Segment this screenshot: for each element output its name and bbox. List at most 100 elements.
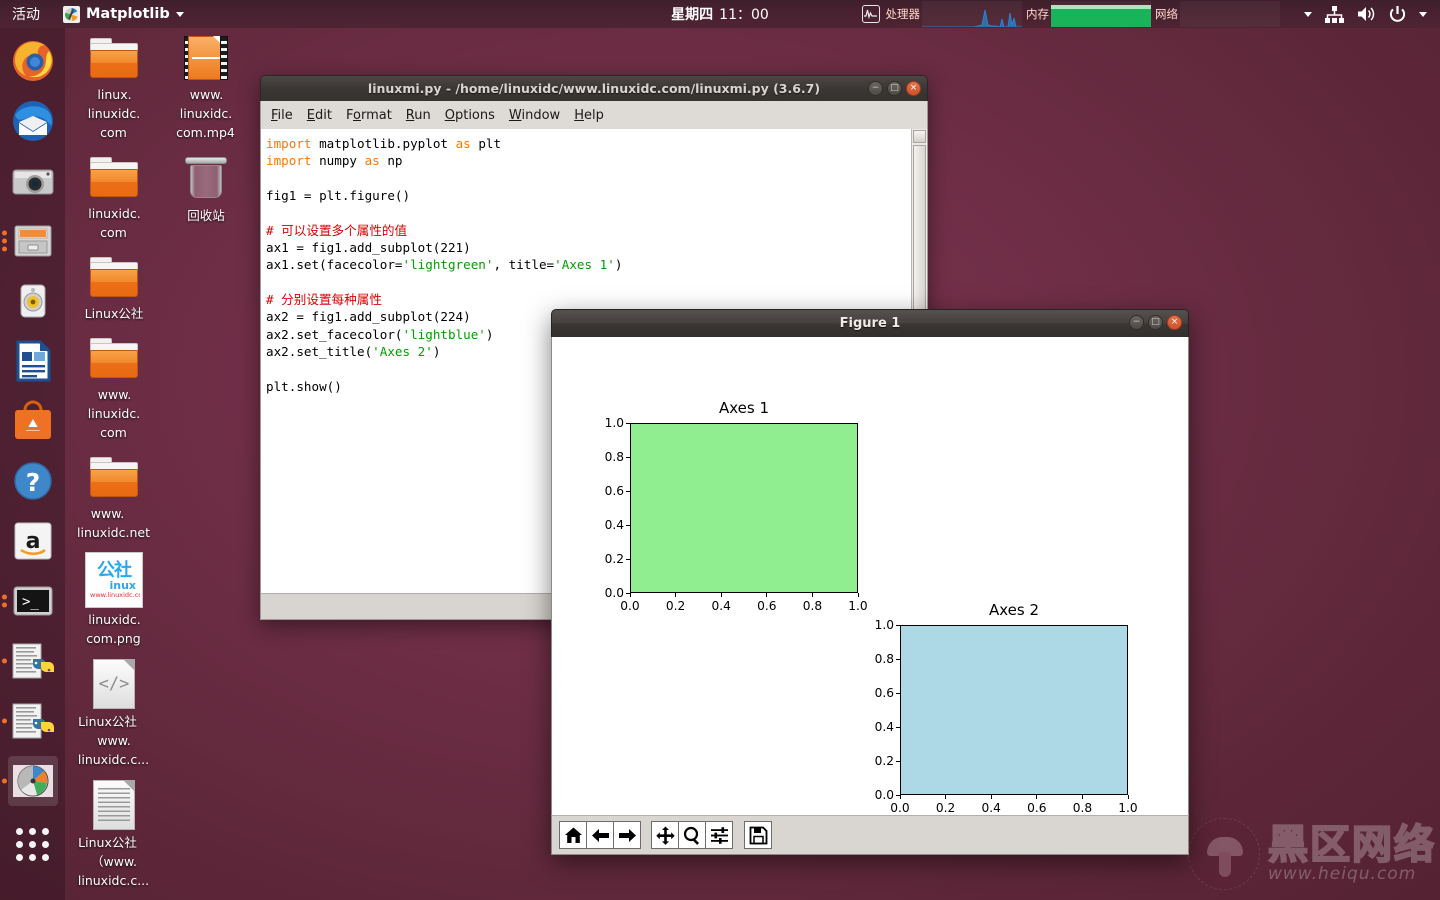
desktop-icon-folder-4[interactable]: www. linuxidc. com (68, 332, 160, 441)
app-menu-button[interactable]: Matplotlib (54, 0, 193, 28)
launcher-item-terminal[interactable]: >_ (1, 576, 58, 626)
menu-help[interactable]: Help (574, 108, 604, 123)
sliders-icon (710, 826, 728, 844)
desktop-icon-folder-1[interactable]: linux. linuxidc. com (68, 32, 160, 141)
code-line: ax1.set(facecolor='lightgreen', title='A… (266, 256, 911, 273)
clock-day: 星期四 (671, 7, 714, 23)
chart-plot-area[interactable] (900, 625, 1128, 795)
idle-editor-icon (12, 643, 54, 679)
x-tick-mark (945, 795, 947, 799)
menu-format[interactable]: Format (346, 108, 392, 123)
desktop-icon-code[interactable]: </> Linux公社 www. linuxidc.c... (68, 657, 160, 768)
code-token: plt (470, 136, 502, 151)
launcher-item-help[interactable]: ? (8, 456, 58, 506)
code-token: ) (485, 326, 494, 342)
figure-canvas[interactable]: Axes 1 0.0 0.2 0.4 0.6 0.8 1.0 0.0 0.2 0.4 0.6 0.8 1… (551, 337, 1189, 815)
power-icon[interactable] (1389, 5, 1406, 23)
configure-subplots-button[interactable] (705, 821, 733, 849)
menu-run[interactable]: Run (406, 108, 431, 123)
running-indicator-matplotlib (1, 778, 7, 784)
idle-minimize-button[interactable]: − (868, 81, 883, 96)
y-tick-mark (896, 624, 900, 626)
help-icon: ? (13, 462, 52, 500)
back-button[interactable] (586, 821, 614, 849)
launcher-item-camera[interactable] (8, 156, 58, 206)
activities-button[interactable]: 活动 (0, 0, 54, 28)
launcher-item-rhythmbox[interactable] (8, 276, 58, 326)
desktop-icon-label: www. linuxidc.net (77, 506, 150, 540)
code-token: , title= (493, 257, 555, 273)
launcher-item-files[interactable] (1, 216, 58, 266)
launcher-item-idle-shell[interactable] (1, 696, 58, 746)
code-token: # 可以设置多个属性的值 (266, 222, 408, 238)
code-token: ax1.set(facecolor= (266, 257, 403, 273)
image-file-icon: 公社 inux www.linuxidc.com (68, 551, 160, 609)
launcher-item-idle-editor[interactable] (1, 636, 58, 686)
menu-edit[interactable]: Edit (307, 108, 332, 123)
desktop-icon-label: Linux公社 （www. linuxidc.c... (77, 835, 150, 888)
code-token: as (455, 136, 471, 151)
desktop-icon-folder-2[interactable]: linuxidc. com (68, 151, 160, 241)
y-tick-label: 1.0 (874, 618, 894, 632)
launcher-item-firefox[interactable] (8, 36, 58, 86)
launcher-item-ubuntu-software[interactable] (8, 396, 58, 446)
matplotlib-figure-icon (12, 765, 53, 797)
memory-fill (1051, 5, 1151, 27)
idle-titlebar[interactable]: linuxmi.py - /home/linuxidc/www.linuxidc… (260, 75, 928, 101)
idle-maximize-button[interactable]: □ (887, 81, 902, 96)
tray-chevron-down-icon[interactable] (1304, 11, 1312, 17)
figure-titlebar[interactable]: Figure 1 − □ × (551, 309, 1189, 337)
system-monitor-indicator[interactable]: 处理器 内存 网络 (860, 0, 1285, 28)
figure-maximize-button[interactable]: □ (1148, 315, 1163, 330)
watermark-chinese-text: 黑区网络 (1267, 822, 1436, 868)
scroll-up-button[interactable] (913, 130, 926, 143)
y-tick-label: 0.4 (874, 720, 894, 734)
menu-options[interactable]: Options (445, 108, 495, 123)
matplotlib-icon (63, 5, 80, 23)
menu-window[interactable]: Window (509, 108, 560, 123)
chart-axes-2: Axes 2 0.0 0.2 0.4 0.6 0.8 1.0 0.0 0.2 0.4 0.6 0.8 1… (552, 337, 1188, 815)
code-token: fig1 = plt.figure() (266, 188, 411, 204)
pan-button[interactable] (651, 821, 679, 849)
network-icon[interactable] (1325, 5, 1344, 23)
volume-icon[interactable] (1357, 6, 1376, 22)
floppy-disk-icon (749, 826, 767, 844)
text-file-icon (68, 778, 160, 832)
show-applications-button[interactable] (8, 816, 58, 866)
folder-icon (68, 151, 160, 203)
svg-text:>_: >_ (22, 594, 39, 610)
launcher-item-amazon[interactable]: a (8, 516, 58, 566)
desktop-icon-text[interactable]: Linux公社 （www. linuxidc.c... (68, 778, 160, 889)
grid-dots-icon (16, 827, 49, 861)
code-line: # 分别设置每种属性 (266, 291, 911, 308)
code-token: 'lightgreen' (402, 257, 494, 273)
forward-button[interactable] (613, 821, 641, 849)
clock-time: 11：00 (719, 7, 769, 23)
code-token: as (364, 153, 380, 169)
toolbar-separator (640, 821, 651, 849)
launcher-item-thunderbird[interactable] (8, 96, 58, 146)
desktop-icon-mp4[interactable]: www. linuxidc. com.mp4 (160, 32, 252, 141)
figure-close-button[interactable]: × (1167, 315, 1182, 330)
y-tick-mark (896, 760, 900, 762)
launcher-item-matplotlib-figure[interactable] (1, 756, 58, 806)
launcher-item-libreoffice-writer[interactable] (8, 336, 58, 386)
idle-close-button[interactable]: × (906, 81, 921, 96)
desktop-icon-folder-3[interactable]: Linux公社 (68, 251, 160, 322)
zoom-button[interactable] (678, 821, 706, 849)
system-menu-chevron-down-icon[interactable] (1419, 11, 1427, 17)
desktop-icon-png[interactable]: 公社 inux www.linuxidc.com linuxidc. com.p… (68, 551, 160, 647)
desktop-icon-trash[interactable]: 回收站 (160, 153, 252, 224)
code-line: # 可以设置多个属性的值 (266, 222, 911, 239)
code-token: ax2.set_title( (266, 344, 373, 360)
save-button[interactable] (744, 821, 772, 849)
home-button[interactable] (559, 821, 587, 849)
clock[interactable]: 星期四 11：00 (671, 4, 769, 24)
desktop-icon-folder-5[interactable]: www. linuxidc.net (68, 451, 160, 541)
menu-file[interactable]: File (271, 108, 293, 123)
x-tick-mark (1081, 795, 1083, 799)
memory-graph (1051, 1, 1151, 27)
figure-minimize-button[interactable]: − (1129, 315, 1144, 330)
folder-icon (68, 451, 160, 503)
